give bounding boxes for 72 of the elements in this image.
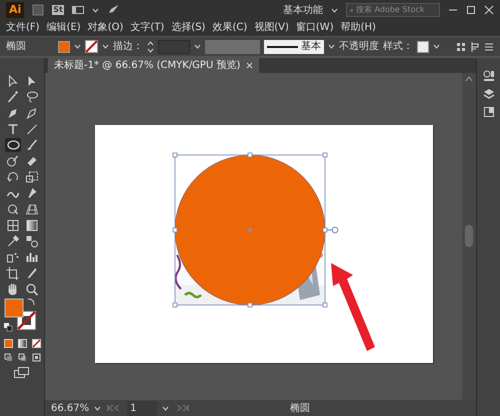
caret-icon[interactable] (162, 406, 170, 410)
transform-icon[interactable] (470, 42, 480, 52)
artboard-number-field[interactable]: 1 (127, 400, 158, 416)
tool-name: 椭圆 (6, 40, 27, 54)
caret-icon[interactable] (433, 44, 440, 49)
center-point (248, 228, 252, 232)
caret-icon[interactable] (94, 406, 102, 410)
close-icon[interactable] (484, 5, 494, 15)
close-icon[interactable] (246, 62, 254, 69)
app-logo: Ai (6, 2, 24, 18)
search-field[interactable]: 搜索 Adobe Stock (346, 3, 440, 17)
current-tool-status: 椭圆 (290, 402, 310, 416)
variable-width-field[interactable] (205, 40, 260, 54)
panel-menu-icon[interactable] (484, 42, 494, 52)
libraries-icon[interactable] (482, 70, 494, 82)
menu-item[interactable]: 文字(T) (128, 21, 166, 35)
layout-icon[interactable] (72, 5, 84, 15)
mesh-icon[interactable] (4, 218, 20, 232)
color-mode-icon[interactable] (4, 339, 12, 348)
caret-icon[interactable] (92, 8, 99, 12)
ellipse-icon[interactable] (4, 138, 20, 152)
stock-badge[interactable]: St (52, 5, 64, 15)
symbol-sprayer-icon[interactable] (4, 250, 20, 264)
draw-normal-icon[interactable] (4, 353, 12, 362)
caret-icon[interactable] (194, 44, 201, 49)
stroke-none-swatch[interactable] (85, 40, 98, 53)
stepper-icon[interactable] (147, 40, 154, 52)
scroll-up-icon[interactable] (465, 76, 473, 82)
opacity-label[interactable]: 不透明度 (339, 39, 379, 54)
menu-item[interactable]: 文件(F) (4, 21, 42, 35)
menu-item[interactable]: 对象(O) (86, 21, 126, 35)
draw-behind-icon[interactable] (18, 353, 26, 362)
menu-item[interactable]: 帮助(H) (338, 21, 378, 35)
stroke-label: 描边： (113, 40, 143, 54)
maximize-icon[interactable] (466, 5, 476, 15)
artboard-icon[interactable] (4, 266, 20, 280)
shaper-icon[interactable] (4, 154, 20, 168)
scroll-thumb[interactable] (465, 225, 473, 247)
perspective-grid-icon[interactable] (24, 202, 40, 216)
draw-inside-icon[interactable] (32, 353, 40, 362)
blend-icon[interactable] (24, 234, 40, 248)
caret-icon[interactable] (331, 8, 338, 12)
stroke-style-dropdown[interactable]: 基本 (264, 40, 324, 54)
menu-item[interactable]: 效果(C) (210, 21, 250, 35)
properties-icon[interactable] (482, 106, 494, 118)
menu-item[interactable]: 视图(V) (252, 21, 291, 35)
gradient-mode-icon[interactable] (18, 339, 26, 348)
stroke-style-value: 基本 (301, 40, 321, 54)
stroke-line-icon (267, 44, 298, 50)
workspace-switcher[interactable]: 基本功能 (283, 2, 323, 18)
caret-icon[interactable] (74, 44, 81, 49)
style-label: 样式： (383, 40, 413, 54)
zoom-icon[interactable] (24, 282, 40, 296)
gradient-icon[interactable] (24, 218, 40, 232)
layers-icon[interactable] (482, 88, 494, 100)
rocket-icon[interactable] (106, 4, 119, 16)
none-mode-icon[interactable] (32, 339, 40, 348)
menu-item[interactable]: 编辑(E) (44, 21, 83, 35)
zoom-level[interactable]: 66.67% (51, 400, 90, 416)
vertical-scrollbar[interactable] (462, 73, 476, 400)
align-icon[interactable] (456, 42, 466, 52)
style-swatch[interactable] (417, 40, 429, 52)
fill-swatch[interactable] (58, 40, 70, 52)
corner-widget[interactable] (326, 226, 338, 234)
screen-mode-icon[interactable] (14, 367, 30, 379)
caret-icon[interactable] (328, 44, 335, 49)
column-graph-icon[interactable] (24, 250, 40, 264)
rotate-icon[interactable] (4, 170, 20, 184)
scale-icon[interactable] (24, 170, 40, 184)
caret-icon[interactable] (102, 44, 109, 49)
menu-item[interactable]: 选择(S) (169, 21, 208, 35)
menu-item[interactable]: 窗口(W) (294, 21, 336, 35)
